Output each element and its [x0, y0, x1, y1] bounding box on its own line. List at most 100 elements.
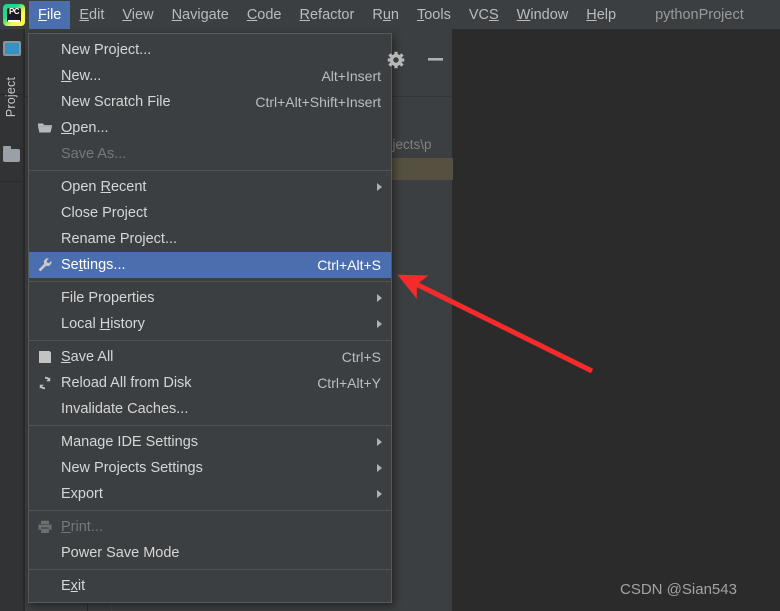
menu-item-label: Print...	[61, 519, 103, 535]
menu-item-shortcut: Ctrl+Alt+Shift+Insert	[255, 94, 381, 110]
menu-item-local-history[interactable]: Local History	[29, 311, 391, 337]
menu-tools[interactable]: Tools	[408, 1, 460, 29]
menu-separator	[29, 170, 391, 171]
menu-run[interactable]: Run	[363, 1, 408, 29]
chevron-right-icon	[377, 438, 382, 446]
menu-item-reload-all-from-disk[interactable]: Reload All from Disk Ctrl+Alt+Y	[29, 370, 391, 396]
menu-separator	[29, 510, 391, 511]
menu-item-label: Save As...	[61, 146, 127, 162]
project-selected-row[interactable]	[384, 158, 453, 180]
sidebar-item-project[interactable]: Project	[1, 70, 21, 124]
left-tool-strip[interactable]: Project	[0, 29, 24, 611]
menu-item-power-save-mode[interactable]: Power Save Mode	[29, 540, 391, 566]
file-dropdown-menu[interactable]: New Project... New... Alt+Insert New Scratc…	[28, 33, 392, 603]
wrench-icon	[29, 252, 61, 278]
menu-item-icon-none	[29, 174, 61, 200]
menu-item-new[interactable]: New... Alt+Insert	[29, 63, 391, 89]
menu-item-new-project[interactable]: New Project...	[29, 37, 391, 63]
menu-item-rename-project[interactable]: Rename Project...	[29, 226, 391, 252]
menu-navigate[interactable]: Navigate	[163, 1, 238, 29]
menu-item-label: Exit	[61, 578, 86, 594]
menu-item-label: Invalidate Caches...	[61, 401, 189, 417]
folder-icon[interactable]	[3, 146, 20, 162]
project-window-icon[interactable]	[3, 41, 21, 56]
chevron-right-icon	[377, 490, 382, 498]
menu-item-open[interactable]: Open...	[29, 115, 391, 141]
menu-separator	[29, 281, 391, 282]
logo-text: PC	[8, 6, 20, 16]
menu-item-icon-none	[29, 429, 61, 455]
menu-item-icon-none	[29, 455, 61, 481]
menu-refactor[interactable]: Refactor	[291, 1, 364, 29]
menu-item-label: New Projects Settings	[61, 460, 203, 476]
menu-item-label: New...	[61, 68, 102, 84]
menu-item-save-all[interactable]: Save All Ctrl+S	[29, 344, 391, 370]
menu-item-label: Power Save Mode	[61, 545, 180, 561]
menu-item-icon-none	[29, 573, 61, 599]
menu-item-shortcut: Ctrl+Alt+S	[317, 257, 381, 273]
menu-item-shortcut: Ctrl+S	[341, 349, 381, 365]
menu-item-new-projects-settings[interactable]: New Projects Settings	[29, 455, 391, 481]
chevron-right-icon	[377, 183, 382, 191]
menu-item-label: Export	[61, 486, 103, 502]
chevron-right-icon	[377, 320, 382, 328]
menu-item-icon-none	[29, 226, 61, 252]
menu-item-icon-none	[29, 540, 61, 566]
menu-bar[interactable]: PC File Edit View Navigate Code Refactor…	[0, 0, 780, 29]
menu-separator	[29, 425, 391, 426]
toolstrip-separator-2	[0, 181, 24, 182]
window-title: pythonProject	[655, 6, 744, 23]
menu-edit[interactable]: Edit	[70, 1, 113, 29]
pycharm-logo-icon: PC	[3, 3, 25, 26]
app-window: ojects\p Project PC File Edit View Navig…	[0, 0, 780, 611]
menu-item-open-recent[interactable]: Open Recent	[29, 174, 391, 200]
menu-item-label: Local History	[61, 316, 145, 332]
menu-window[interactable]: Window	[508, 1, 578, 29]
menu-item-invalidate-caches[interactable]: Invalidate Caches...	[29, 396, 391, 422]
menu-item-label: Settings...	[61, 257, 126, 273]
menu-item-label: Reload All from Disk	[61, 375, 192, 391]
editor-area[interactable]	[453, 29, 780, 611]
menu-item-icon-none	[29, 141, 61, 167]
print-icon	[29, 514, 61, 540]
menu-item-manage-ide-settings[interactable]: Manage IDE Settings	[29, 429, 391, 455]
reload-icon	[29, 370, 61, 396]
menu-item-label: Close Project	[61, 205, 148, 221]
menu-item-settings[interactable]: Settings... Ctrl+Alt+S	[29, 252, 391, 278]
menu-item-icon-none	[29, 200, 61, 226]
menu-item-icon-none	[29, 311, 61, 337]
folder-icon	[29, 115, 61, 141]
chevron-right-icon	[377, 464, 382, 472]
menu-item-icon-none	[29, 89, 61, 115]
menu-item-save-as: Save As...	[29, 141, 391, 167]
menu-item-close-project[interactable]: Close Project	[29, 200, 391, 226]
menu-help[interactable]: Help	[577, 1, 625, 29]
menu-item-icon-none	[29, 285, 61, 311]
menu-item-label: Open Recent	[61, 179, 147, 195]
menu-item-new-scratch-file[interactable]: New Scratch File Ctrl+Alt+Shift+Insert	[29, 89, 391, 115]
menu-separator	[29, 569, 391, 570]
menu-separator	[29, 340, 391, 341]
menu-item-label: Open...	[61, 120, 109, 136]
menu-item-label: File Properties	[61, 290, 155, 306]
menu-item-exit[interactable]: Exit	[29, 573, 391, 599]
menu-item-label: Save All	[61, 349, 114, 365]
menu-item-label: New Scratch File	[61, 94, 171, 110]
menu-code[interactable]: Code	[238, 1, 291, 29]
menu-item-icon-none	[29, 37, 61, 63]
menu-vcs[interactable]: VCS	[460, 1, 508, 29]
menu-file[interactable]: File	[29, 0, 71, 29]
menu-item-label: New Project...	[61, 42, 152, 58]
menu-item-file-properties[interactable]: File Properties	[29, 285, 391, 311]
logo-bar	[8, 19, 20, 22]
save-icon	[29, 344, 61, 370]
menu-item-label: Manage IDE Settings	[61, 434, 199, 450]
watermark-text: CSDN @Sian543	[620, 581, 737, 598]
menu-item-print: Print...	[29, 514, 391, 540]
menu-item-shortcut: Alt+Insert	[321, 68, 381, 84]
menu-view[interactable]: View	[113, 1, 162, 29]
menu-item-shortcut: Ctrl+Alt+Y	[317, 375, 381, 391]
menu-item-icon-none	[29, 63, 61, 89]
menu-item-label: Rename Project...	[61, 231, 178, 247]
menu-item-export[interactable]: Export	[29, 481, 391, 507]
